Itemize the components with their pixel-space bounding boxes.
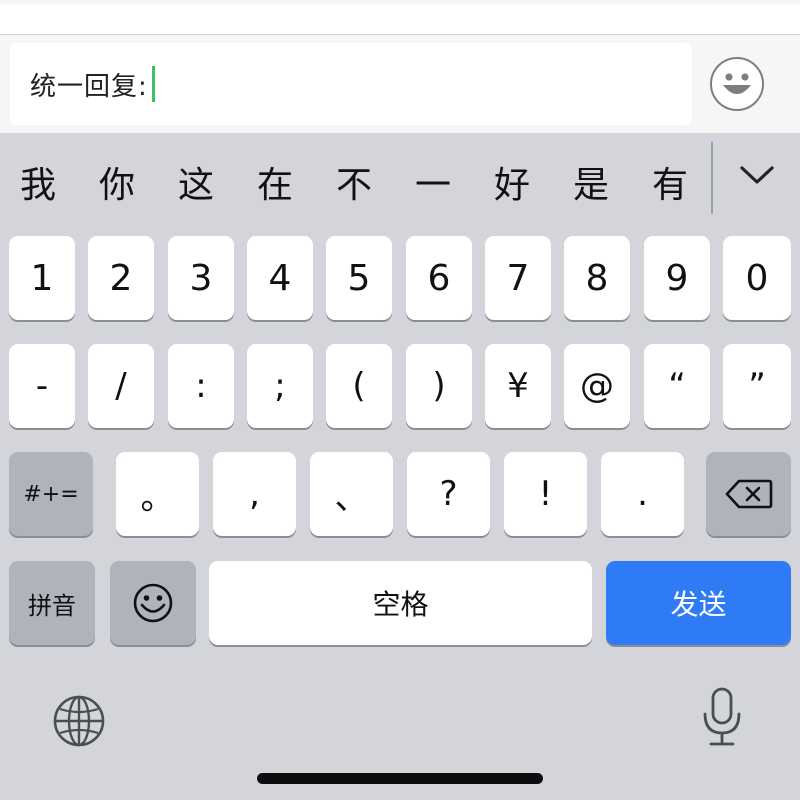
content-area-edge — [0, 0, 800, 34]
candidate-item[interactable]: 有 — [640, 156, 700, 208]
key-comma[interactable]: , — [213, 452, 296, 536]
candidate-item[interactable]: 一 — [403, 156, 463, 208]
emoji-face-icon[interactable] — [110, 561, 196, 645]
emoji-face-icon[interactable] — [710, 57, 764, 111]
key-period[interactable]: . — [601, 452, 684, 536]
pinyin-key-label: 拼音 — [28, 591, 76, 620]
key-7[interactable]: 7 — [485, 236, 551, 320]
key-close-quote[interactable]: ” — [723, 344, 791, 428]
key-exclamation[interactable]: ! — [504, 452, 587, 536]
key-semicolon[interactable]: ; — [247, 344, 313, 428]
key-enumeration-comma[interactable]: 、 — [310, 452, 393, 536]
key-slash[interactable]: / — [88, 344, 154, 428]
key-question[interactable]: ? — [407, 452, 490, 536]
content-area-shadow — [0, 0, 800, 6]
key-colon[interactable]: : — [168, 344, 234, 428]
microphone-icon[interactable] — [700, 686, 744, 750]
key-9[interactable]: 9 — [644, 236, 710, 320]
globe-icon[interactable] — [52, 694, 106, 748]
key-8[interactable]: 8 — [564, 236, 630, 320]
candidate-item[interactable]: 你 — [87, 156, 147, 208]
key-6[interactable]: 6 — [406, 236, 472, 320]
key-1[interactable]: 1 — [9, 236, 75, 320]
key-3[interactable]: 3 — [168, 236, 234, 320]
send-button[interactable]: 发送 — [606, 561, 791, 645]
chevron-down-icon[interactable] — [730, 150, 784, 200]
candidate-bar: 我 你 这 在 不 一 好 是 有 — [0, 132, 800, 232]
key-yen[interactable]: ¥ — [485, 344, 551, 428]
key-hyphen[interactable]: - — [9, 344, 75, 428]
key-4[interactable]: 4 — [247, 236, 313, 320]
candidate-item[interactable]: 在 — [245, 156, 305, 208]
compose-bar: 统一回复: — [0, 34, 800, 133]
reply-prefix-text: 统一回复: — [30, 71, 148, 102]
pinyin-key[interactable]: 拼音 — [9, 561, 95, 645]
key-open-paren[interactable]: ( — [326, 344, 392, 428]
backspace-icon[interactable] — [706, 452, 791, 536]
candidate-divider — [711, 142, 713, 214]
space-key-label: 空格 — [372, 588, 429, 621]
key-2[interactable]: 2 — [88, 236, 154, 320]
key-0[interactable]: 0 — [723, 236, 791, 320]
key-open-quote[interactable]: “ — [644, 344, 710, 428]
key-close-paren[interactable]: ) — [406, 344, 472, 428]
candidate-item[interactable]: 好 — [482, 156, 542, 208]
text-cursor — [151, 66, 155, 102]
space-key[interactable]: 空格 — [209, 561, 592, 645]
symbols-mode-key[interactable]: #+= — [9, 452, 93, 536]
key-5[interactable]: 5 — [326, 236, 392, 320]
reply-input[interactable]: 统一回复: — [10, 43, 692, 125]
send-button-label: 发送 — [670, 588, 727, 621]
candidate-item[interactable]: 这 — [166, 156, 226, 208]
home-indicator — [257, 773, 543, 784]
candidate-item[interactable]: 不 — [324, 156, 384, 208]
candidate-item[interactable]: 是 — [561, 156, 621, 208]
candidate-item[interactable]: 我 — [8, 156, 68, 208]
key-full-stop[interactable]: 。 — [116, 452, 199, 536]
key-at[interactable]: @ — [564, 344, 630, 428]
